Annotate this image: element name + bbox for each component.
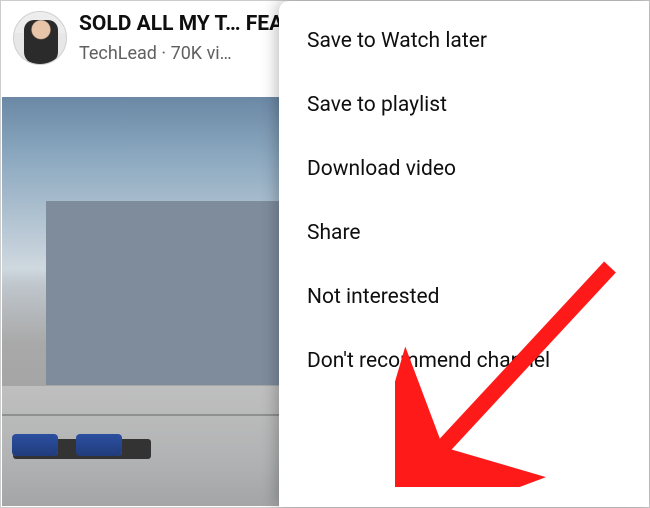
menu-item-save-playlist[interactable]: Save to playlist bbox=[279, 73, 649, 137]
menu-item-watch-later[interactable]: Save to Watch later bbox=[279, 9, 649, 73]
meta-separator: · bbox=[157, 43, 171, 64]
context-menu: Save to Watch later Save to playlist Dow… bbox=[279, 1, 649, 507]
menu-item-not-interested[interactable]: Not interested bbox=[279, 265, 649, 329]
menu-item-dont-recommend[interactable]: Don't recommend channel bbox=[279, 329, 649, 395]
thumbnail-vehicles bbox=[12, 434, 162, 468]
menu-item-share[interactable]: Share bbox=[279, 201, 649, 265]
channel-name: TechLead bbox=[79, 43, 157, 64]
view-count: 70K vi… bbox=[171, 43, 232, 64]
channel-avatar[interactable] bbox=[13, 11, 67, 65]
menu-item-download[interactable]: Download video bbox=[279, 137, 649, 201]
